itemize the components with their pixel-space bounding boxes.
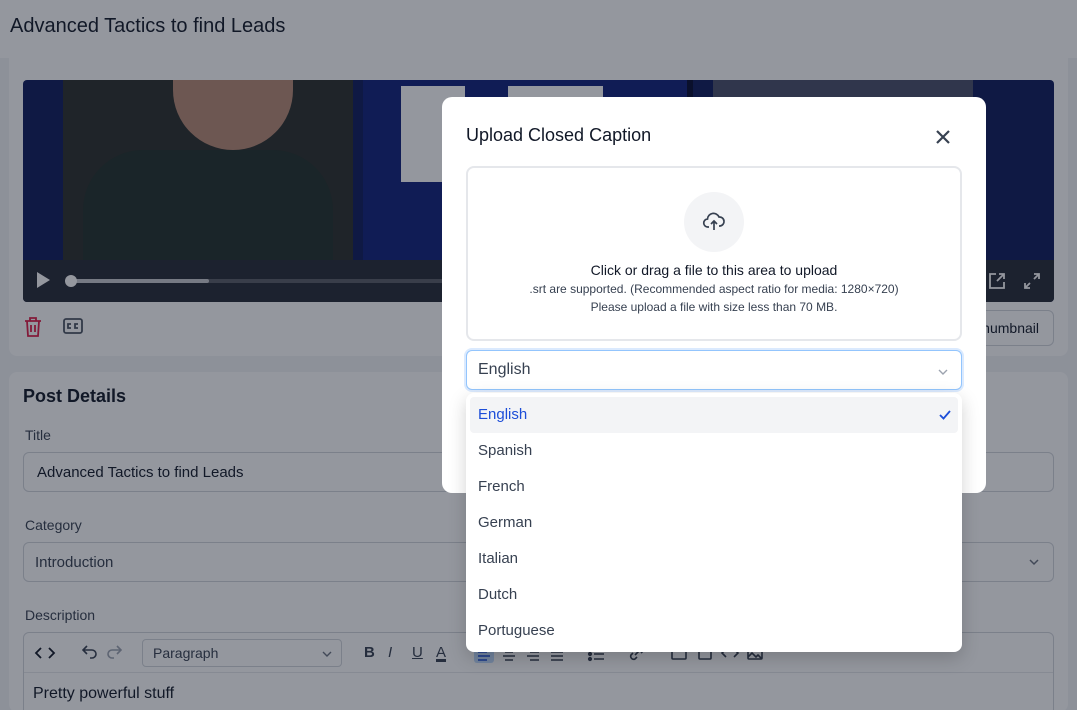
- language-option[interactable]: English: [470, 397, 958, 433]
- file-dropzone[interactable]: Click or drag a file to this area to upl…: [466, 166, 962, 341]
- language-option-label: Dutch: [478, 586, 518, 603]
- language-select-value: English: [478, 361, 531, 378]
- language-option[interactable]: Portuguese: [470, 613, 958, 649]
- language-option-label: French: [478, 478, 525, 495]
- dropzone-size-limit: Please upload a file with size less than…: [590, 300, 838, 314]
- language-option[interactable]: Spanish: [470, 433, 958, 469]
- language-option-label: Spanish: [478, 442, 533, 459]
- check-icon: [938, 408, 952, 422]
- language-option[interactable]: German: [470, 505, 958, 541]
- modal-title: Upload Closed Caption: [466, 125, 652, 145]
- language-option-label: German: [478, 514, 533, 531]
- language-option[interactable]: French: [470, 469, 958, 505]
- language-select[interactable]: English: [466, 350, 962, 390]
- language-dropdown: English Spanish French German Italian Du…: [466, 393, 962, 652]
- dropzone-instruction: Click or drag a file to this area to upl…: [590, 262, 838, 278]
- chevron-down-icon: [937, 365, 949, 377]
- language-option[interactable]: Italian: [470, 541, 958, 577]
- language-option-label: English: [478, 406, 528, 423]
- upload-cloud-icon: [684, 192, 744, 252]
- language-option-label: Portuguese: [478, 622, 555, 639]
- dropzone-formats: .srt are supported. (Recommended aspect …: [529, 282, 899, 296]
- close-icon[interactable]: [934, 128, 954, 148]
- language-option-label: Italian: [478, 550, 519, 567]
- language-option[interactable]: Dutch: [470, 577, 958, 613]
